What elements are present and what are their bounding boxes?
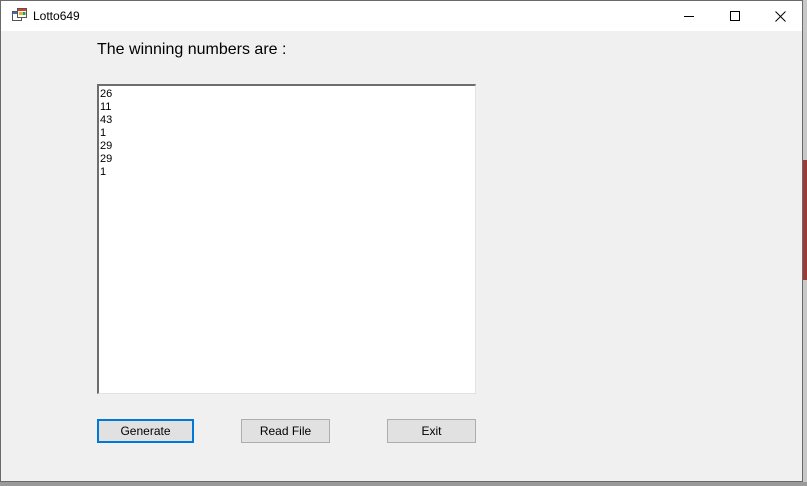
read-file-button[interactable]: Read File <box>241 419 330 443</box>
number-line: 29 <box>100 153 113 165</box>
maximize-icon <box>730 11 740 21</box>
background-image-fragment <box>803 160 807 280</box>
window-title: Lotto649 <box>33 9 80 23</box>
number-line: 1 <box>100 127 107 139</box>
background-taskbar-edge <box>0 482 807 486</box>
winning-numbers-label: The winning numbers are : <box>97 41 287 58</box>
winning-numbers-textbox[interactable]: 26 11 43 1 29 29 1 <box>97 84 476 394</box>
maximize-button[interactable] <box>712 1 758 31</box>
windows-form-icon[interactable] <box>12 8 27 23</box>
close-button[interactable] <box>757 1 803 31</box>
minimize-button[interactable] <box>666 1 712 31</box>
minimize-icon <box>684 16 694 17</box>
number-line: 11 <box>100 101 112 113</box>
generate-button[interactable]: Generate <box>97 419 194 443</box>
number-line: 1 <box>100 166 107 178</box>
close-icon <box>774 10 786 22</box>
number-line: 26 <box>100 88 113 100</box>
exit-button[interactable]: Exit <box>387 419 476 443</box>
app-window: Lotto649 The winning numbers are : 26 11… <box>0 0 803 482</box>
number-line: 43 <box>100 114 113 126</box>
title-bar[interactable]: Lotto649 <box>1 1 802 31</box>
number-line: 29 <box>100 140 113 152</box>
